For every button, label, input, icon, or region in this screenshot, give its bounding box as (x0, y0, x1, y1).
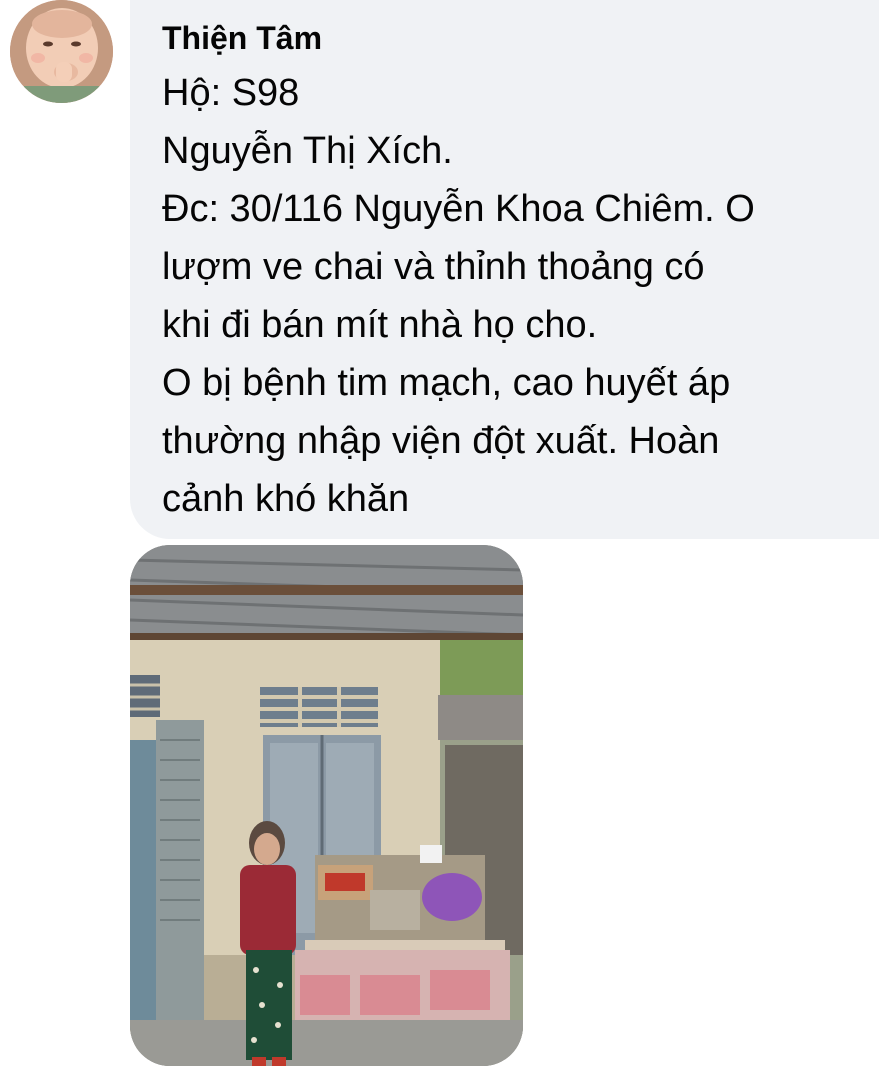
message-line: thường nhập viện đột xuất. Hoàn (162, 420, 720, 462)
sender-avatar[interactable] (10, 0, 113, 103)
chat-message-row: Thiện Tâm Hộ: S98 Nguyễn Thị Xích. Đc: 3… (0, 0, 879, 1066)
message-line: Đc: 30/116 Nguyễn Khoa Chiêm. O (162, 188, 755, 230)
message-line: Hộ: S98 (162, 72, 300, 114)
photo-house-elderly-woman-icon (130, 545, 523, 1066)
message-line: Nguyễn Thị Xích. (162, 130, 453, 172)
baby-avatar-icon (10, 0, 113, 103)
photo-attachment[interactable] (130, 545, 523, 1066)
message-line: lượm ve chai và thỉnh thoảng có (162, 246, 705, 288)
message-line: O bị bệnh tim mạch, cao huyết áp (162, 362, 731, 404)
message-line: khi đi bán mít nhà họ cho. (162, 304, 598, 346)
message-bubble[interactable]: Thiện Tâm Hộ: S98 Nguyễn Thị Xích. Đc: 3… (130, 0, 879, 539)
sender-name[interactable]: Thiện Tâm (162, 18, 879, 58)
message-line: cảnh khó khăn (162, 478, 410, 520)
